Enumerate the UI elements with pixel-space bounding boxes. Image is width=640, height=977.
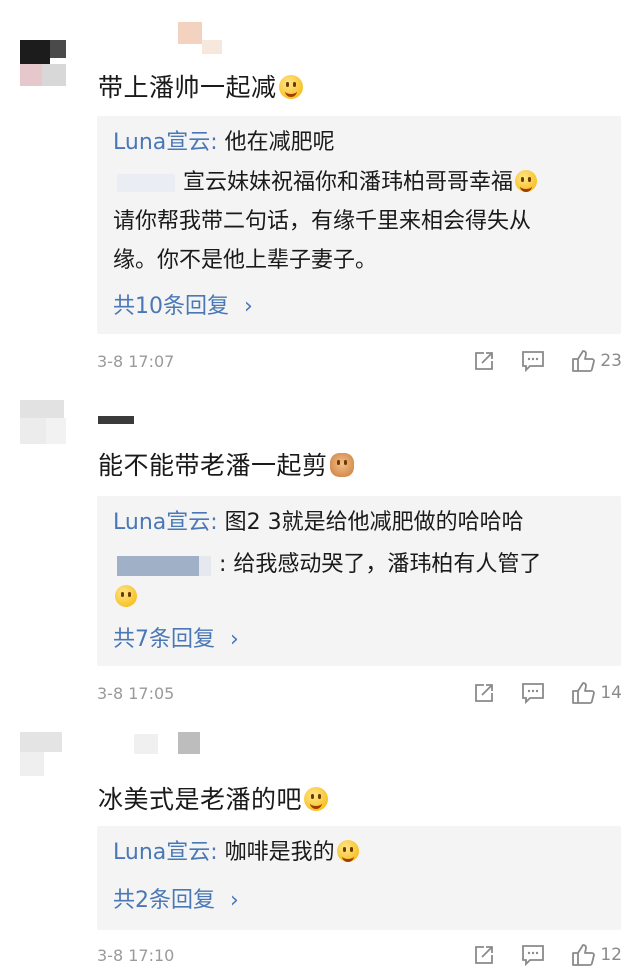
- username-blurred[interactable]: [134, 734, 158, 754]
- reply-line: Luna宣云: 咖啡是我的: [113, 838, 359, 868]
- reply-line: Luna宣云: 他在减肥呢: [113, 130, 335, 155]
- like-button[interactable]: 12: [571, 943, 622, 967]
- reply-line: Luna宣云: 图2 3就是给他减肥做的哈哈哈: [113, 510, 524, 535]
- reply-line: 缘。你不是他上辈子妻子。: [113, 248, 378, 273]
- share-icon: [475, 946, 494, 964]
- grinning-sweat-face-icon: [278, 75, 303, 99]
- chevron-right-icon: ›: [230, 888, 239, 913]
- comment-button[interactable]: [521, 350, 545, 372]
- reply-line: 请你帮我带二句话，有缘千里来相会得失从: [113, 209, 532, 234]
- avatar[interactable]: [20, 732, 72, 784]
- comment-actions: 23: [447, 346, 622, 376]
- like-count: 14: [600, 683, 622, 703]
- reply-box[interactable]: Luna宣云: 他在减肥呢 宣云妹妹祝福你和潘玮柏哥哥幸福 请你帮我带二句话，有…: [97, 116, 621, 334]
- share-button[interactable]: [473, 682, 495, 704]
- like-count: 23: [600, 351, 622, 371]
- comment-date: 3-8 17:05: [97, 684, 175, 703]
- reply-username[interactable]: Luna宣云:: [113, 510, 218, 535]
- like-button[interactable]: 23: [571, 349, 622, 373]
- reply-line: 宣云妹妹祝福你和潘玮柏哥哥幸福: [183, 168, 538, 198]
- share-icon: [475, 352, 494, 370]
- crying-face-icon: [115, 585, 137, 607]
- reply-username[interactable]: Luna宣云:: [113, 840, 218, 865]
- comment-date: 3-8 17:10: [97, 946, 175, 965]
- comment-date: 3-8 17:07: [97, 352, 175, 371]
- reply-username[interactable]: Luna宣云:: [113, 130, 218, 155]
- comment-icon: [522, 351, 545, 372]
- view-replies-link[interactable]: 共7条回复 ›: [113, 621, 239, 653]
- comment-actions: 12: [447, 940, 622, 970]
- comment-icon: [522, 945, 545, 966]
- like-icon: [572, 350, 596, 372]
- reply-box[interactable]: Luna宣云: 图2 3就是给他减肥做的哈哈哈 : 给我感动哭了，潘玮柏有人管了…: [97, 496, 621, 666]
- comment-button[interactable]: [521, 944, 545, 966]
- share-button[interactable]: [473, 944, 495, 966]
- share-icon: [475, 684, 494, 702]
- username-blurred[interactable]: [98, 416, 134, 424]
- like-icon: [572, 944, 596, 966]
- smiling-face-icon: [304, 787, 329, 811]
- like-button[interactable]: 14: [571, 681, 622, 705]
- reply-line: : 给我感动哭了，潘玮柏有人管了: [219, 552, 542, 577]
- smiling-face-icon: [336, 840, 359, 862]
- like-icon: [572, 682, 596, 704]
- comment-text: 能不能带老潘一起剪: [98, 446, 354, 482]
- username-blurred[interactable]: [117, 174, 175, 192]
- comment-text: 带上潘帅一起减: [98, 68, 303, 104]
- chevron-right-icon: ›: [230, 627, 239, 652]
- view-replies-link[interactable]: 共10条回复 ›: [113, 288, 253, 320]
- reply-box[interactable]: Luna宣云: 咖啡是我的 共2条回复 ›: [97, 826, 621, 930]
- share-button[interactable]: [473, 350, 495, 372]
- view-replies-link[interactable]: 共2条回复 ›: [113, 882, 239, 914]
- username-blurred[interactable]: [178, 22, 202, 44]
- avatar[interactable]: [20, 40, 72, 92]
- comment-button[interactable]: [521, 682, 545, 704]
- chevron-right-icon: ›: [244, 294, 253, 319]
- cat-face-icon: [329, 453, 354, 477]
- avatar[interactable]: [20, 400, 72, 452]
- comment-icon: [522, 683, 545, 704]
- comment-text: 冰美式是老潘的吧: [98, 780, 329, 816]
- username-blurred[interactable]: [117, 556, 207, 576]
- comment-actions: 14: [447, 678, 622, 708]
- grin-face-icon: [515, 170, 538, 192]
- like-count: 12: [600, 945, 622, 965]
